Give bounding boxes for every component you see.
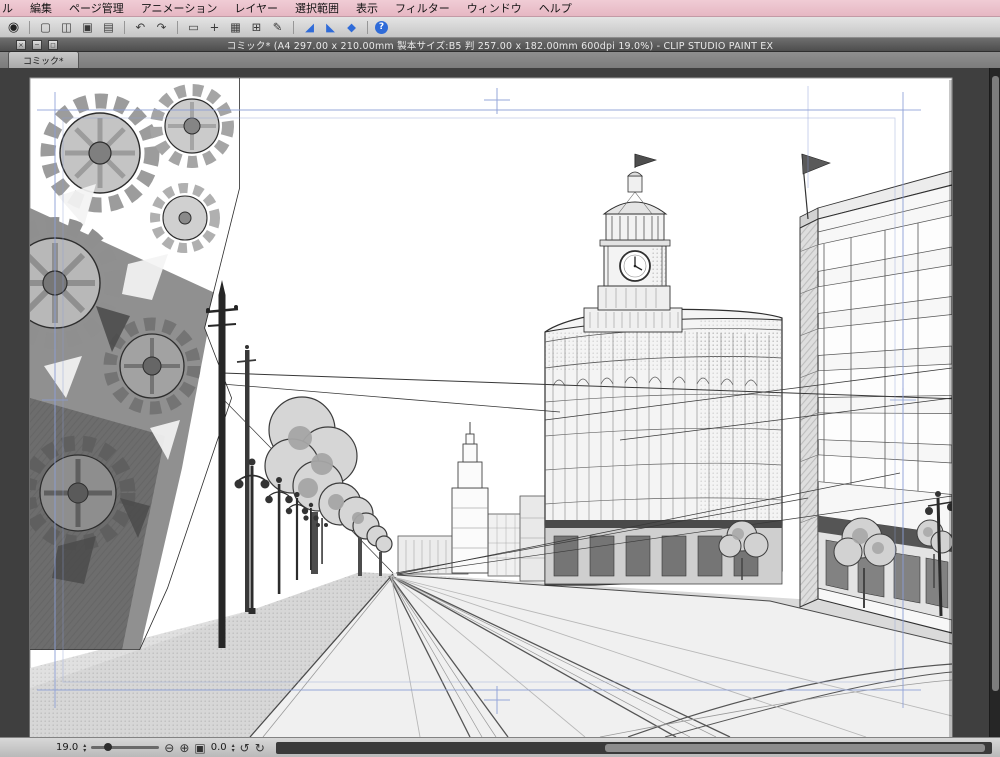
- rect-select-icon[interactable]: ▭: [185, 19, 202, 36]
- document-title-bar: × ─ ◻ コミック* (A4 297.00 x 210.00mm 製本サイズ:…: [0, 38, 1000, 52]
- app-logo-icon[interactable]: ◉: [5, 19, 22, 36]
- snap-to-grid-icon[interactable]: ◆: [343, 19, 360, 36]
- menu-item-animation[interactable]: アニメーション: [141, 0, 218, 16]
- snap-to-ruler-icon[interactable]: ◢: [301, 19, 318, 36]
- fit-to-screen-icon[interactable]: ▣: [194, 742, 205, 754]
- menu-bar: ル 編集 ページ管理 アニメーション レイヤー 選択範囲 表示 フィルター ウィ…: [0, 0, 1000, 17]
- menu-item-window[interactable]: ウィンドウ: [467, 0, 522, 16]
- zoom-stepper[interactable]: ▴ ▾: [83, 742, 86, 753]
- window-controls: × ─ ◻: [16, 40, 58, 50]
- horizontal-scrollbar-thumb[interactable]: [605, 743, 985, 752]
- help-icon[interactable]: ?: [375, 20, 388, 34]
- menu-item-layer[interactable]: レイヤー: [234, 0, 278, 16]
- pen-icon[interactable]: ✎: [269, 19, 286, 36]
- gear: [40, 93, 160, 213]
- toolbar-separator: [367, 20, 368, 34]
- clip-studio-window: ル 編集 ページ管理 アニメーション レイヤー 選択範囲 表示 フィルター ウィ…: [0, 0, 1000, 757]
- rotate-left-icon[interactable]: ↺: [240, 742, 250, 754]
- toolbar-separator: [293, 20, 294, 34]
- new-document-icon[interactable]: ▢: [37, 19, 54, 36]
- toolbar-separator: [124, 20, 125, 34]
- canvas-area: [0, 68, 1000, 737]
- zoom-slider[interactable]: [91, 743, 160, 751]
- menu-item-page-manage[interactable]: ページ管理: [69, 0, 124, 16]
- redo-icon[interactable]: ↷: [153, 19, 170, 36]
- vertical-scrollbar-thumb[interactable]: [992, 76, 999, 692]
- horizontal-scrollbar[interactable]: [275, 741, 992, 754]
- grid-icon[interactable]: ▦: [227, 19, 244, 36]
- rotation-stepper[interactable]: ▴ ▾: [232, 742, 235, 753]
- zoom-out-icon[interactable]: ⊖: [164, 742, 174, 754]
- navigation-status-bar: 19.0 ▴ ▾ ⊖ ⊕ ▣ 0.0 ▴ ▾ ↺ ↻: [0, 737, 1000, 757]
- command-bar: ◉ ▢ ◫ ▣ ▤ ↶ ↷ ▭ + ▦ ⊞ ✎ ◢ ◣ ◆ ?: [0, 17, 1000, 38]
- menu-item-filter[interactable]: フィルター: [395, 0, 450, 16]
- toolbar-separator: [177, 20, 178, 34]
- close-button[interactable]: ×: [16, 40, 26, 50]
- maximize-button[interactable]: ◻: [48, 40, 58, 50]
- rotate-right-icon[interactable]: ↻: [255, 742, 265, 754]
- minimize-button[interactable]: ─: [32, 40, 42, 50]
- menu-item-view[interactable]: 表示: [356, 0, 378, 16]
- move-tool-icon[interactable]: +: [206, 19, 223, 36]
- zoom-slider-thumb[interactable]: [104, 743, 113, 751]
- open-document-icon[interactable]: ◫: [58, 19, 75, 36]
- document-tab-bar: コミック*: [0, 51, 1000, 68]
- menu-item-selection[interactable]: 選択範囲: [295, 0, 339, 16]
- zoom-in-icon[interactable]: ⊕: [179, 742, 189, 754]
- snap-to-special-ruler-icon[interactable]: ◣: [322, 19, 339, 36]
- rotation-value: 0.0: [210, 742, 227, 753]
- vertical-scrollbar[interactable]: [989, 68, 1000, 737]
- document-tab[interactable]: コミック*: [8, 51, 79, 68]
- toolbar-separator: [29, 20, 30, 34]
- document-canvas[interactable]: [0, 68, 989, 737]
- menu-item-edit[interactable]: 編集: [30, 0, 52, 16]
- export-document-icon[interactable]: ▤: [100, 19, 117, 36]
- undo-icon[interactable]: ↶: [132, 19, 149, 36]
- window-title: コミック* (A4 297.00 x 210.00mm 製本サイズ:B5 判 2…: [226, 40, 774, 52]
- menu-item-help[interactable]: ヘルプ: [539, 0, 572, 16]
- rotation-stepper-down-icon[interactable]: ▾: [232, 747, 235, 753]
- transform-icon[interactable]: ⊞: [248, 19, 265, 36]
- zoom-stepper-down-icon[interactable]: ▾: [83, 747, 86, 753]
- menu-item-file-truncated[interactable]: ル: [2, 0, 13, 16]
- zoom-value: 19.0: [56, 742, 79, 753]
- save-document-icon[interactable]: ▣: [79, 19, 96, 36]
